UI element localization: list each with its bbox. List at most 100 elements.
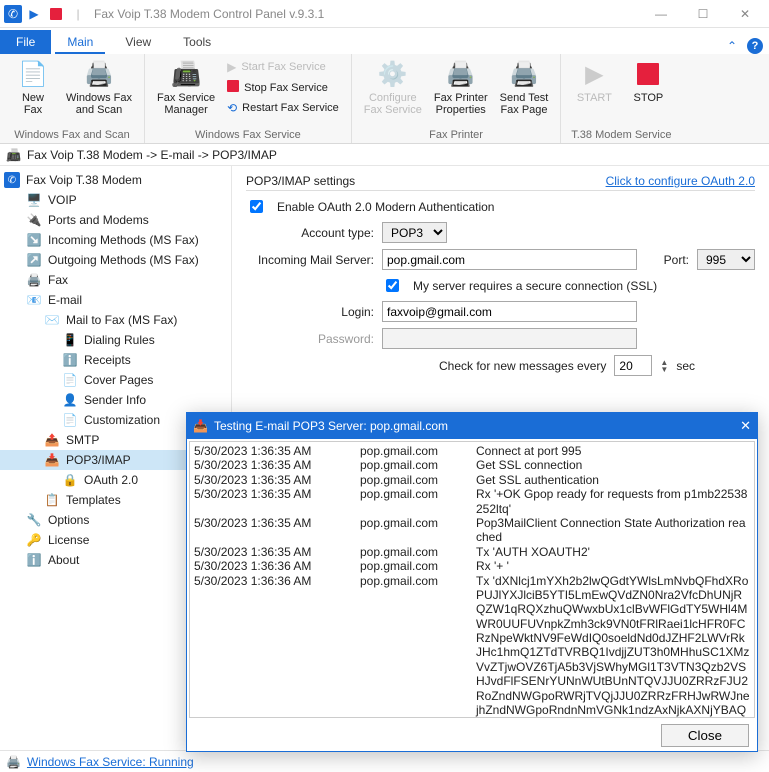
- tab-tools[interactable]: Tools: [167, 30, 227, 54]
- tree-cover[interactable]: 📄Cover Pages: [0, 370, 231, 390]
- tab-file[interactable]: File: [0, 30, 51, 54]
- spinner-down[interactable]: ▼: [660, 366, 668, 373]
- mail-recv-icon: 📥: [44, 452, 60, 468]
- stop-fax-service-button[interactable]: Stop Fax Service: [223, 78, 343, 97]
- fax-printer-properties-button[interactable]: 🖨️ Fax Printer Properties: [430, 56, 492, 118]
- tab-main[interactable]: Main: [51, 30, 109, 54]
- tree-fax[interactable]: 🖨️Fax: [0, 270, 231, 290]
- tree-root[interactable]: ✆Fax Voip T.38 Modem: [0, 170, 231, 190]
- ssl-checkbox[interactable]: [386, 279, 399, 292]
- restart-fax-service-button[interactable]: ⟲Restart Fax Service: [223, 99, 343, 117]
- play-icon: ▶: [227, 60, 236, 74]
- ports-icon: 🔌: [26, 212, 42, 228]
- enable-oauth-label: Enable OAuth 2.0 Modern Authentication: [277, 200, 494, 214]
- user-icon: 👤: [62, 392, 78, 408]
- log-scroll[interactable]: 5/30/2023 1:36:35 AMpop.gmail.comConnect…: [190, 442, 754, 717]
- tree-mail2fax[interactable]: ✉️Mail to Fax (MS Fax): [0, 310, 231, 330]
- template-icon: 📋: [44, 492, 60, 508]
- ribbon-tabs: File Main View Tools ⌃ ?: [0, 28, 769, 54]
- modem-start-button[interactable]: ▶ START: [569, 56, 619, 106]
- window-title: Fax Voip T.38 Modem Control Panel v.9.3.…: [94, 7, 324, 21]
- fax-machine-icon: 📠: [170, 58, 202, 90]
- log-row: 5/30/2023 1:36:35 AMpop.gmail.comRx '+OK…: [194, 487, 750, 516]
- ribbon-group-label: Fax Printer: [429, 129, 483, 141]
- info-icon: ℹ️: [62, 352, 78, 368]
- lock-icon: 🔒: [62, 472, 78, 488]
- envelope-icon: ✉️: [44, 312, 60, 328]
- log-row: 5/30/2023 1:36:36 AMpop.gmail.comRx '+ ': [194, 559, 750, 573]
- check-interval-input[interactable]: [614, 355, 652, 376]
- account-type-select[interactable]: POP3: [382, 222, 447, 243]
- tree-incoming[interactable]: ↘️Incoming Methods (MS Fax): [0, 230, 231, 250]
- keypad-icon: 📱: [62, 332, 78, 348]
- key-icon: 🔑: [26, 532, 42, 548]
- enable-oauth-checkbox[interactable]: [250, 200, 263, 213]
- password-input: [382, 328, 637, 349]
- qat-stop-icon[interactable]: [46, 4, 66, 24]
- minimize-button[interactable]: —: [641, 0, 681, 28]
- log-row: 5/30/2023 1:36:35 AMpop.gmail.comPop3Mai…: [194, 516, 750, 545]
- dialog-close-button[interactable]: Close: [661, 724, 749, 747]
- tree-outgoing[interactable]: ↗️Outgoing Methods (MS Fax): [0, 250, 231, 270]
- tab-view[interactable]: View: [109, 30, 167, 54]
- configure-fax-service-button[interactable]: ⚙️ Configure Fax Service: [360, 56, 426, 118]
- arrow-out-icon: ↗️: [26, 252, 42, 268]
- login-label: Login:: [246, 305, 374, 319]
- wrench-icon: 🔧: [26, 512, 42, 528]
- app-icon: ✆: [4, 5, 22, 23]
- ssl-label: My server requires a secure connection (…: [413, 279, 657, 293]
- help-icon[interactable]: ?: [747, 38, 763, 54]
- account-type-label: Account type:: [246, 226, 374, 240]
- modem-stop-button[interactable]: STOP: [623, 56, 673, 106]
- mail-server-label: Incoming Mail Server:: [246, 253, 374, 267]
- new-fax-button[interactable]: 📄 New Fax: [8, 56, 58, 118]
- mail-icon: 📧: [26, 292, 42, 308]
- mail-server-input[interactable]: [382, 249, 637, 270]
- login-input[interactable]: [382, 301, 637, 322]
- gear-icon: ⚙️: [377, 58, 409, 90]
- qat-start-icon[interactable]: ▶: [24, 4, 44, 24]
- qat-sep: |: [68, 4, 88, 24]
- maximize-button[interactable]: ☐: [683, 0, 723, 28]
- printer-icon: 🖨️: [26, 272, 42, 288]
- mail-send-icon: 📤: [44, 432, 60, 448]
- log-row: 5/30/2023 1:36:36 AMpop.gmail.comTx 'dXN…: [194, 574, 750, 717]
- send-test-fax-button[interactable]: 🖨️ Send Test Fax Page: [496, 56, 553, 118]
- breadcrumb-text: Fax Voip T.38 Modem -> E-mail -> POP3/IM…: [27, 148, 277, 162]
- arrow-in-icon: ↘️: [26, 232, 42, 248]
- log-row: 5/30/2023 1:36:35 AMpop.gmail.comGet SSL…: [194, 473, 750, 487]
- page-icon: 📄: [17, 58, 49, 90]
- dialog-close-icon[interactable]: ✕: [740, 418, 751, 434]
- ribbon-minimize-icon[interactable]: ⌃: [727, 39, 737, 53]
- ribbon-group-label: T.38 Modem Service: [571, 129, 671, 141]
- restart-icon: ⟲: [227, 101, 237, 115]
- start-fax-service-button[interactable]: ▶Start Fax Service: [223, 58, 343, 76]
- port-label: Port:: [664, 253, 689, 267]
- log-row: 5/30/2023 1:36:35 AMpop.gmail.comGet SSL…: [194, 458, 750, 472]
- info-icon: ℹ️: [26, 552, 42, 568]
- breadcrumb: 📠 Fax Voip T.38 Modem -> E-mail -> POP3/…: [0, 144, 769, 166]
- mail-recv-icon: 📥: [193, 419, 208, 433]
- port-select[interactable]: 995: [697, 249, 755, 270]
- fax-service-manager-button[interactable]: 📠 Fax Service Manager: [153, 56, 219, 118]
- tree-ports[interactable]: 🔌Ports and Modems: [0, 210, 231, 230]
- log-row: 5/30/2023 1:36:35 AMpop.gmail.comConnect…: [194, 444, 750, 458]
- dialog-title: Testing E-mail POP3 Server: pop.gmail.co…: [214, 419, 448, 433]
- tree-email[interactable]: 📧E-mail: [0, 290, 231, 310]
- page-gear-icon: 📄: [62, 412, 78, 428]
- ribbon-group-label: Windows Fax Service: [195, 129, 301, 141]
- tree-dialing[interactable]: 📱Dialing Rules: [0, 330, 231, 350]
- tree-voip[interactable]: 🖥️VOIP: [0, 190, 231, 210]
- windows-fax-scan-button[interactable]: 🖨️ Windows Fax and Scan: [62, 56, 136, 118]
- configure-oauth-link[interactable]: Click to configure OAuth 2.0: [606, 174, 755, 188]
- tree-receipts[interactable]: ℹ️Receipts: [0, 350, 231, 370]
- printer-icon: 🖨️: [445, 58, 477, 90]
- printer-check-icon: 🖨️: [508, 58, 540, 90]
- password-label: Password:: [246, 332, 374, 346]
- check-interval-label: Check for new messages every: [439, 359, 606, 373]
- tree-sender[interactable]: 👤Sender Info: [0, 390, 231, 410]
- log-row: 5/30/2023 1:36:35 AMpop.gmail.comTx 'AUT…: [194, 545, 750, 559]
- play-icon: ▶: [578, 58, 610, 90]
- printer-icon: 🖨️: [6, 755, 21, 769]
- close-button[interactable]: ✕: [725, 0, 765, 28]
